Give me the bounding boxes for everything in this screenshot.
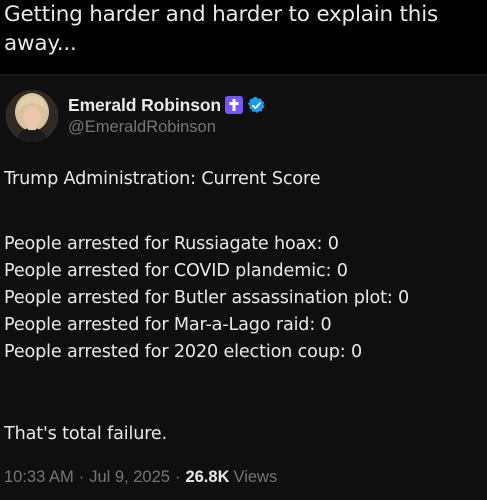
tweet-conclusion: That's total failure. [4, 424, 168, 444]
meta-separator: · [78, 468, 85, 486]
author-avatar[interactable] [6, 90, 58, 142]
author-display-name[interactable]: Emerald Robinson [68, 95, 221, 116]
score-line: People arrested for Mar-a-Lago raid: 0 [4, 315, 332, 335]
tweet-heading: Trump Administration: Current Score [4, 169, 321, 189]
score-line: People arrested for Butler assassination… [4, 288, 410, 308]
tweet-meta: 10:33 AM · Jul 9, 2025 · 26.8K Views [4, 468, 277, 490]
tweet-time[interactable]: 10:33 AM [4, 468, 74, 487]
meta-separator: · [174, 468, 181, 486]
score-line: People arrested for Russiagate hoax: 0 [4, 234, 339, 254]
author-line[interactable]: Emerald Robinson [68, 93, 266, 117]
verified-badge-icon [247, 96, 266, 115]
cross-badge-icon [225, 96, 244, 114]
views-count[interactable]: 26.8K [185, 468, 229, 487]
score-line: People arrested for 2020 election coup: … [4, 342, 363, 362]
tweet-date[interactable]: Jul 9, 2025 [89, 468, 170, 487]
author-handle[interactable]: @EmeraldRobinson [68, 118, 216, 137]
embedded-tweet[interactable]: Emerald Robinson @EmeraldRobinson Trump … [0, 76, 487, 500]
score-line: People arrested for COVID plandemic: 0 [4, 261, 348, 281]
views-label: Views [233, 468, 278, 486]
post-caption: Getting harder and harder to explain thi… [4, 2, 438, 56]
